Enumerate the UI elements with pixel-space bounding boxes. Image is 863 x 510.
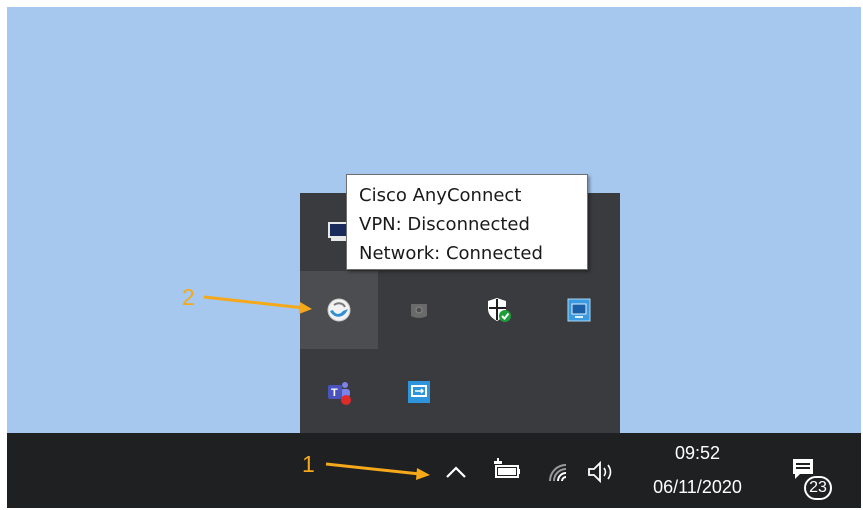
clock-time: 09:52 xyxy=(674,443,721,463)
disk-icon xyxy=(411,304,427,318)
tray-item-disk[interactable] xyxy=(380,271,458,349)
annotation-label-1: 1 xyxy=(302,451,315,477)
volume-icon[interactable] xyxy=(586,459,620,485)
taskbar-clock[interactable]: 09:52 06/11/2020 xyxy=(635,440,760,504)
tooltip-network-status: Network: Connected xyxy=(359,243,543,264)
svg-text:T: T xyxy=(331,387,338,399)
windows-security-icon xyxy=(488,298,511,322)
cisco-anyconnect-icon xyxy=(327,298,351,322)
tray-item-teams[interactable]: T xyxy=(300,353,378,431)
cisco-anyconnect-tooltip: Cisco AnyConnect VPN: Disconnected Netwo… xyxy=(346,174,588,270)
teams-icon: T xyxy=(328,382,351,405)
remote-desktop-icon xyxy=(408,381,430,403)
notification-count-badge: 23 xyxy=(804,476,832,500)
show-hidden-icons-chevron-icon[interactable] xyxy=(444,462,468,482)
tooltip-app-name: Cisco AnyConnect xyxy=(359,185,522,206)
tooltip-vpn-status: VPN: Disconnected xyxy=(359,214,530,235)
network-app-icon xyxy=(567,298,591,322)
tray-item-windows-security[interactable] xyxy=(460,271,538,349)
clock-date: 06/11/2020 xyxy=(653,477,742,497)
battery-power-icon[interactable] xyxy=(492,458,522,484)
tray-item-network-app[interactable] xyxy=(540,271,618,349)
annotation-label-2: 2 xyxy=(182,284,195,310)
annotation-arrow-1 xyxy=(325,462,430,480)
tray-item-remote-desktop[interactable] xyxy=(380,353,458,431)
annotation-arrow-2 xyxy=(203,295,312,314)
wifi-icon[interactable] xyxy=(546,461,572,485)
